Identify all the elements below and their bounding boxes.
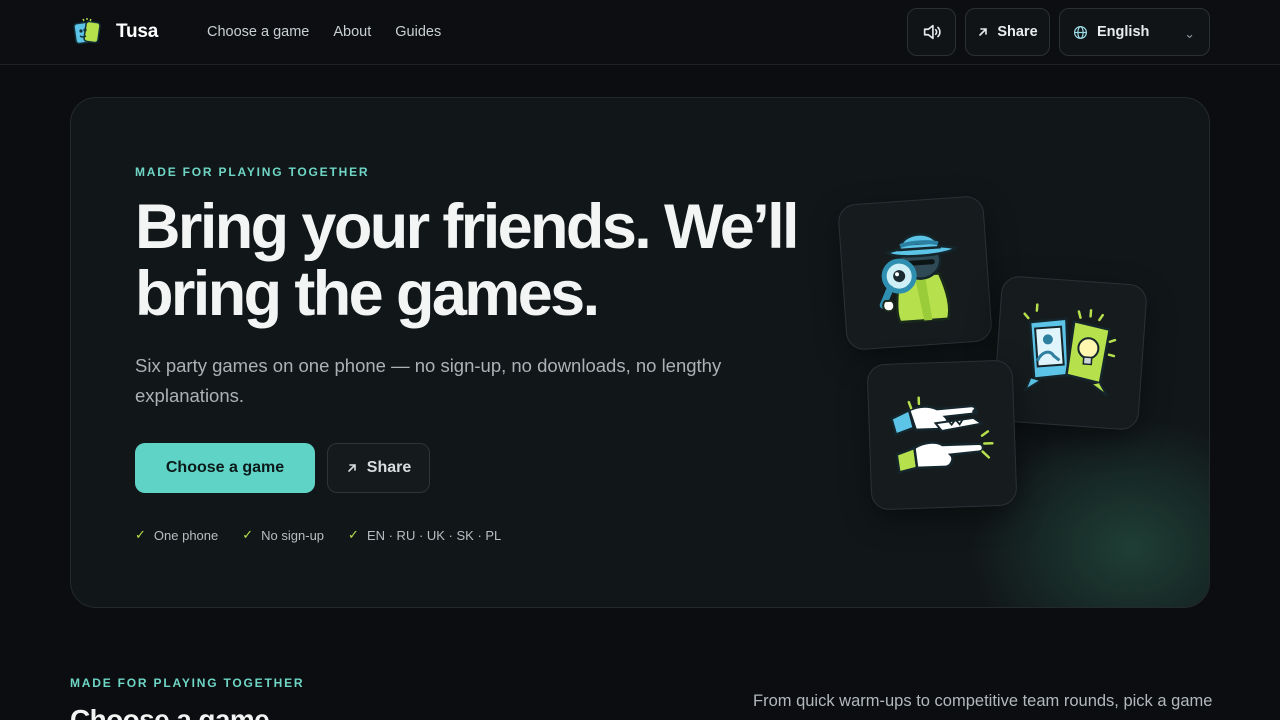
hero-eyebrow: MADE FOR PLAYING TOGETHER	[135, 165, 370, 179]
section-eyebrow: MADE FOR PLAYING TOGETHER	[70, 676, 305, 690]
arrow-up-right-icon	[979, 28, 988, 36]
hero-title-line-1: Bring your friends. We’ll	[135, 192, 800, 262]
arrow-up-right-icon	[347, 464, 356, 472]
hero-subtitle: Six party games on one phone — no sign-u…	[135, 355, 722, 406]
nav-guides[interactable]: Guides	[395, 22, 441, 42]
choose-game-button[interactable]: Choose a game	[135, 443, 315, 493]
feature-label: No sign-up	[261, 527, 325, 543]
header-share-button[interactable]: Share	[965, 8, 1050, 56]
feature-item: ✓ EN · RU · UK · SK · PL	[348, 527, 501, 543]
language-select[interactable]: English ⌄	[1059, 8, 1210, 56]
game-tile-crocodile[interactable]	[866, 359, 1018, 511]
pointing-hands-icon	[889, 396, 994, 475]
check-icon: ✓	[135, 527, 146, 542]
hero-title-line-2: bring the games.	[135, 259, 600, 329]
feature-list: ✓ One phone ✓ No sign-up ✓ EN · RU · UK …	[135, 527, 501, 543]
hero-card: MADE FOR PLAYING TOGETHER Bring your fri…	[70, 97, 1210, 608]
section-description: From quick warm-ups to competitive team …	[753, 692, 1213, 710]
nav-choose-game[interactable]: Choose a game	[207, 22, 309, 42]
picture-cards-icon	[1023, 303, 1117, 397]
brand-name: Tusa	[116, 21, 159, 42]
feature-item: ✓ No sign-up	[242, 527, 324, 543]
speaker-icon	[923, 24, 941, 40]
sound-toggle-button[interactable]	[907, 8, 956, 56]
feature-label: EN · RU · UK · SK · PL	[366, 527, 502, 543]
section-title: Choose a game	[70, 704, 270, 720]
check-icon: ✓	[242, 527, 254, 542]
check-icon: ✓	[348, 527, 359, 542]
language-value: English	[1097, 24, 1150, 40]
logo-mark-icon	[73, 18, 101, 45]
chevron-down-icon: ⌄	[1184, 26, 1195, 41]
hero-title: Bring your friends. We’ll bring the game…	[135, 194, 815, 328]
hero-share-button[interactable]: Share	[327, 443, 430, 493]
game-tile-cards[interactable]	[992, 275, 1148, 431]
globe-icon	[1073, 25, 1088, 39]
top-header: Tusa Choose a game About Guides Share En…	[0, 0, 1280, 65]
main-nav: Choose a game About Guides	[207, 22, 441, 42]
brand-logo[interactable]: Tusa	[72, 14, 158, 50]
detective-icon	[879, 233, 958, 324]
header-share-label: Share	[997, 24, 1038, 40]
hero-share-label: Share	[366, 459, 412, 476]
feature-label: One phone	[153, 527, 219, 543]
game-tile-spy[interactable]	[837, 195, 993, 351]
feature-item: ✓ One phone	[135, 527, 218, 543]
nav-about[interactable]: About	[333, 22, 371, 42]
